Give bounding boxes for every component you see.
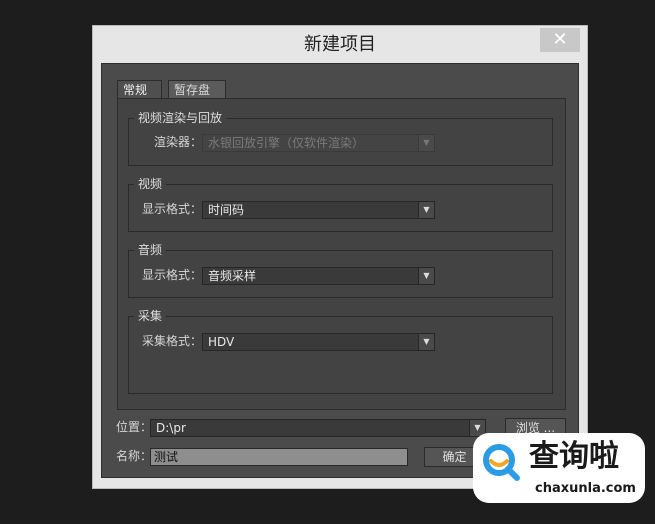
group-video: 视频 显示格式： 时间码 ▼ bbox=[128, 176, 553, 232]
renderer-value: 水银回放引擎（仅软件渲染） bbox=[208, 136, 365, 150]
magnifier-logo-icon bbox=[483, 444, 520, 481]
audio-format-select[interactable]: 音频采样 ▼ bbox=[202, 267, 435, 285]
location-value: D:\pr bbox=[156, 421, 186, 435]
dialog-title: 新建项目 bbox=[304, 34, 376, 55]
chevron-down-icon: ▼ bbox=[418, 135, 434, 151]
name-label: 名称： bbox=[116, 449, 153, 463]
chevron-down-icon[interactable]: ▼ bbox=[418, 202, 434, 218]
capture-format-select[interactable]: HDV ▼ bbox=[202, 333, 435, 351]
capture-format-label: 采集格式： bbox=[142, 334, 203, 348]
watermark-url: chaxunla.com bbox=[535, 481, 636, 496]
dialog-body: 常规 暂存盘 视频渲染与回放 渲染器： 水银回放引擎（仅软件渲染） ▼ 视频 显… bbox=[101, 63, 579, 478]
watermark: 查询啦 chaxunla.com bbox=[473, 433, 645, 503]
location-select[interactable]: D:\pr ▼ bbox=[150, 419, 486, 437]
group-render-playback: 视频渲染与回放 渲染器： 水银回放引擎（仅软件渲染） ▼ bbox=[128, 110, 553, 166]
tab-panel-general: 视频渲染与回放 渲染器： 水银回放引擎（仅软件渲染） ▼ 视频 显示格式： 时间… bbox=[117, 98, 566, 410]
group-title-video: 视频 bbox=[134, 176, 167, 192]
audio-format-value: 音频采样 bbox=[208, 269, 257, 283]
video-format-label: 显示格式： bbox=[142, 202, 203, 216]
renderer-label: 渲染器： bbox=[154, 135, 203, 149]
tab-general[interactable]: 常规 bbox=[117, 80, 162, 98]
group-capture: 采集 采集格式： HDV ▼ bbox=[128, 308, 553, 394]
tab-scratch-disks[interactable]: 暂存盘 bbox=[168, 80, 226, 98]
capture-format-value: HDV bbox=[208, 335, 235, 349]
group-title-capture: 采集 bbox=[134, 308, 167, 324]
chevron-down-icon[interactable]: ▼ bbox=[418, 334, 434, 350]
video-format-value: 时间码 bbox=[208, 203, 245, 217]
location-label: 位置： bbox=[116, 420, 153, 434]
audio-format-label: 显示格式： bbox=[142, 268, 203, 282]
watermark-text: 查询啦 bbox=[529, 439, 619, 474]
renderer-select: 水银回放引擎（仅软件渲染） ▼ bbox=[202, 134, 435, 152]
project-name-field[interactable]: 测试 bbox=[150, 448, 408, 466]
close-button[interactable]: ✕ bbox=[540, 28, 580, 52]
new-project-dialog: 新建项目 ✕ 常规 暂存盘 视频渲染与回放 渲染器： 水银回放引擎（仅软件渲染）… bbox=[92, 25, 588, 489]
group-title-render: 视频渲染与回放 bbox=[134, 110, 227, 126]
group-title-audio: 音频 bbox=[134, 242, 167, 258]
group-audio: 音频 显示格式： 音频采样 ▼ bbox=[128, 242, 553, 298]
video-format-select[interactable]: 时间码 ▼ bbox=[202, 201, 435, 219]
chevron-down-icon[interactable]: ▼ bbox=[418, 268, 434, 284]
